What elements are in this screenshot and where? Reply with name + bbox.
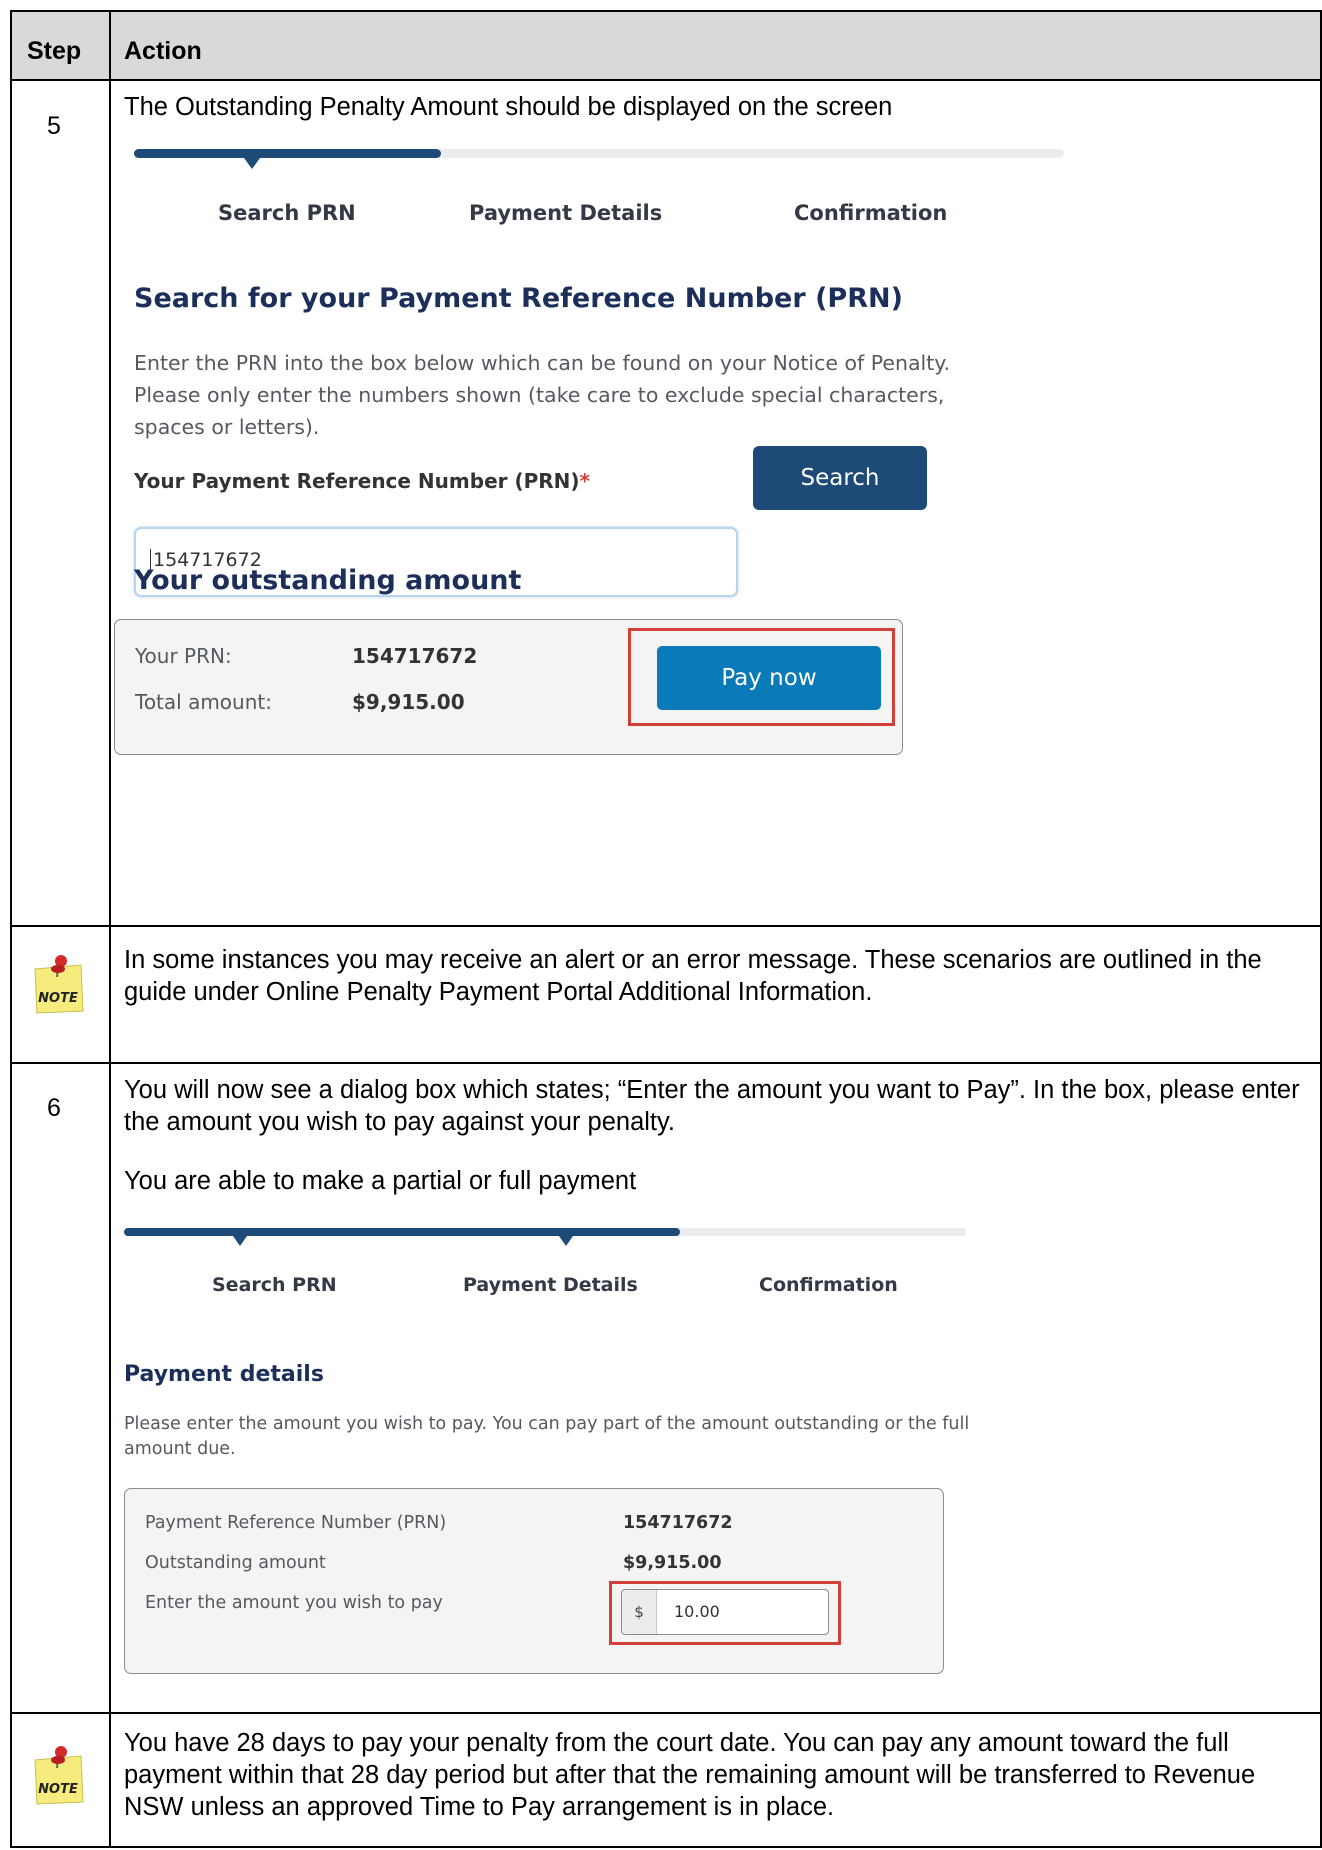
amount-input[interactable]: $ 10.00	[621, 1589, 829, 1635]
progress-fill	[134, 149, 441, 158]
prn-value: 154717672	[623, 1513, 733, 1533]
table-row-divider	[10, 1712, 1322, 1714]
outstanding-amount-label: Outstanding amount	[145, 1553, 326, 1573]
prn-label: Payment Reference Number (PRN)	[145, 1513, 447, 1533]
header-step: Step	[27, 37, 82, 65]
tab-search-prn[interactable]: Search PRN	[212, 1274, 337, 1296]
screenshot-payment-details: Search PRN Payment Details Confirmation …	[116, 1222, 1006, 1678]
total-amount-label: Total amount:	[135, 690, 272, 714]
screenshot-search-prn: Search PRN Payment Details Confirmation …	[114, 135, 1114, 910]
outstanding-summary-box: Your PRN: 154717672 Total amount: $9,915…	[114, 619, 903, 755]
table-border-left	[10, 10, 12, 1848]
note-label: NOTE	[38, 1782, 78, 1797]
page-description: Please enter the amount you wish to pay.…	[124, 1414, 970, 1459]
note-sticky-icon: NOTE	[34, 1746, 84, 1805]
page-title: Search for your Payment Reference Number…	[134, 283, 903, 314]
prn-field-label: Your Payment Reference Number (PRN)*	[134, 469, 590, 493]
tab-confirmation[interactable]: Confirmation	[794, 201, 947, 225]
table-row-divider	[10, 1062, 1322, 1064]
progress-fill	[124, 1228, 680, 1236]
row-instruction: The Outstanding Penalty Amount should be…	[124, 93, 893, 121]
progress-caret	[244, 158, 260, 169]
prn-display-value: 154717672	[352, 644, 478, 668]
page-title: Payment details	[124, 1362, 324, 1387]
table-row-divider	[10, 925, 1322, 927]
step-number: 5	[47, 112, 61, 140]
progress-caret	[559, 1236, 573, 1246]
table-column-divider	[109, 10, 111, 1848]
tab-confirmation[interactable]: Confirmation	[759, 1274, 898, 1296]
step-number: 6	[47, 1094, 61, 1122]
currency-prefix: $	[622, 1590, 657, 1634]
row-note-text: In some instances you may receive an ale…	[124, 946, 1262, 1006]
note-sticky-icon: NOTE	[34, 955, 84, 1014]
amount-input-label: Enter the amount you wish to pay	[145, 1593, 443, 1613]
table-header-background	[11, 11, 1322, 80]
outstanding-amount-value: $9,915.00	[623, 1553, 722, 1573]
search-button[interactable]: Search	[753, 446, 927, 510]
header-action: Action	[124, 37, 202, 65]
tab-search-prn[interactable]: Search PRN	[218, 201, 356, 225]
row-instruction-extra: You are able to make a partial or full p…	[124, 1167, 637, 1195]
row-note-text: You have 28 days to pay your penalty fro…	[124, 1729, 1256, 1821]
total-amount-value: $9,915.00	[352, 690, 465, 714]
table-border-bottom	[10, 1846, 1322, 1848]
table-header-divider	[10, 79, 1322, 81]
tab-payment-details[interactable]: Payment Details	[463, 1274, 638, 1296]
required-mark: *	[579, 469, 591, 493]
row-instruction: You will now see a dialog box which stat…	[124, 1076, 1300, 1136]
outstanding-heading-text: Your outstanding amount	[134, 565, 522, 596]
pay-now-button[interactable]: Pay now	[657, 646, 881, 710]
table-border-top	[10, 10, 1322, 12]
prn-field-label-text: Your Payment Reference Number (PRN)	[134, 469, 580, 493]
progress-caret	[233, 1236, 247, 1246]
prn-label: Your PRN:	[135, 644, 232, 668]
payment-details-box: Payment Reference Number (PRN) 154717672…	[124, 1488, 944, 1674]
amount-input-value: 10.00	[674, 1602, 720, 1621]
tab-payment-details[interactable]: Payment Details	[469, 201, 662, 225]
note-label: NOTE	[38, 991, 78, 1006]
page-description: Enter the PRN into the box below which c…	[134, 351, 951, 439]
